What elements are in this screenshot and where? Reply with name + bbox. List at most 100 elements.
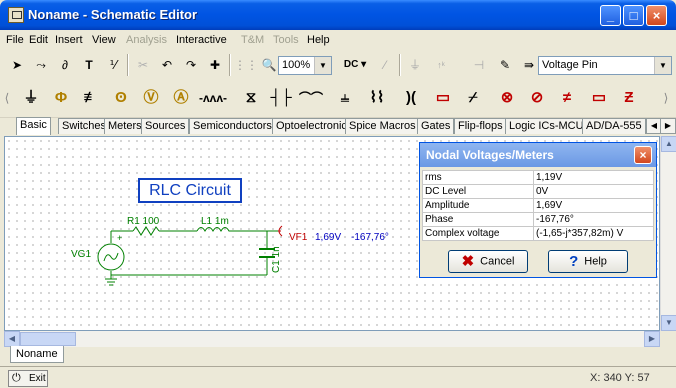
capacitor-icon[interactable]: ┤├ (266, 83, 296, 113)
inductor-symbol (196, 227, 231, 233)
menu-insert[interactable]: Insert (55, 34, 83, 46)
tab-scroll-right-icon[interactable]: ▶ (660, 118, 676, 134)
tab-sources[interactable]: Sources (141, 118, 190, 134)
help-label: Help (584, 255, 607, 268)
switch-icon[interactable]: ⌿ (458, 83, 488, 113)
electrolytic-capacitor-icon[interactable]: ⫨ (330, 83, 360, 113)
scroll-right-icon[interactable]: ▶ (644, 331, 660, 347)
pin-icon[interactable]: ⊣ (468, 54, 490, 76)
row-value: 1,19V (533, 170, 654, 185)
maximize-button[interactable]: □ (623, 5, 644, 26)
inductor-icon[interactable]: ⌒⌒ (296, 83, 326, 113)
motor-icon[interactable]: ≠ (552, 83, 582, 113)
tab-spice-macros[interactable]: Spice Macros (345, 118, 420, 134)
close-window-button[interactable]: × (646, 5, 667, 26)
wire-tool-icon[interactable]: ⤳ (30, 54, 52, 76)
l1-label: L1 1m (201, 216, 229, 227)
table-row: rms 1,19V (422, 170, 654, 185)
tab-logic-ics-mcus[interactable]: Logic ICs-MCUs (505, 118, 594, 134)
table-row: Amplitude 1,69V (422, 198, 654, 213)
grid-icon[interactable]: ⋮⋮ (234, 54, 258, 76)
scroll-thumb[interactable] (20, 332, 76, 346)
row-key: rms (422, 170, 534, 185)
select-arrow-icon[interactable]: ➤ (6, 54, 28, 76)
voltage-pin-icon[interactable]: ⇛ (518, 54, 540, 76)
lamp-icon[interactable]: ⊗ (492, 83, 522, 113)
menu-edit[interactable]: Edit (29, 34, 48, 46)
zoom-icon[interactable]: 🔍 (258, 54, 280, 76)
potentiometer-icon[interactable]: ⧖ (236, 83, 266, 113)
menu-help[interactable]: Help (307, 34, 330, 46)
toolbar-separator (127, 54, 129, 76)
exit-label: Exit (29, 373, 46, 384)
document-tab[interactable]: Noname (10, 346, 64, 363)
voltmeter-icon[interactable]: Ⓥ (136, 83, 166, 113)
scroll-left-icon[interactable]: ⟨ (2, 87, 12, 109)
tab-meters[interactable]: Meters (104, 118, 146, 134)
zoom-select[interactable]: 100% ▼ (278, 56, 332, 75)
chevron-down-icon[interactable]: ▼ (314, 57, 331, 74)
menu-tm[interactable]: T&M (241, 34, 264, 46)
zoom-value: 100% (282, 59, 311, 71)
row-value: -167,76° (533, 212, 654, 227)
coupled-inductor-icon[interactable]: )( (396, 83, 426, 113)
undo-icon[interactable]: ↶ (156, 54, 178, 76)
junction-icon[interactable]: ✚ (204, 54, 226, 76)
fuse-icon[interactable]: ▭ (584, 83, 614, 113)
ground-icon[interactable]: ⏚ (16, 83, 46, 113)
battery-icon[interactable]: Φ (46, 83, 76, 113)
tab-basic[interactable]: Basic (16, 117, 51, 135)
tab-optoelectronic[interactable]: Optoelectronic (272, 118, 351, 134)
component-select[interactable]: Voltage Pin ▼ (538, 56, 672, 75)
scroll-left-icon[interactable]: ◀ (4, 331, 20, 347)
resistor-icon[interactable]: -ʌʌʌ- (198, 83, 228, 113)
label-tool-icon[interactable]: ⅟ (102, 54, 124, 76)
scroll-right-icon[interactable]: ⟩ (660, 87, 672, 109)
multi-battery-icon[interactable]: ≢ (76, 83, 106, 113)
menu-bar: File Edit Insert View Analysis Interacti… (0, 30, 676, 50)
wire-jumper-icon[interactable]: ▭ (428, 83, 458, 113)
menu-interactive[interactable]: Interactive (176, 34, 227, 46)
ammeter-icon[interactable]: Ⓐ (166, 83, 196, 113)
tab-gates[interactable]: Gates (417, 118, 455, 134)
analysis-mode-button[interactable]: DC ▾ (339, 54, 371, 76)
cursor-coordinates: X: 340 Y: 57 (590, 372, 650, 384)
menu-tools[interactable]: Tools (273, 34, 299, 46)
tab-ad-da-555[interactable]: AD/DA-555 (582, 118, 646, 134)
tab-semiconductors[interactable]: Semiconductors (189, 118, 276, 134)
step-icon[interactable]: ↑ᵏ (430, 54, 452, 76)
edit-component-icon[interactable]: ✎ (494, 54, 516, 76)
pen-tool-icon[interactable]: ∂ (54, 54, 76, 76)
component-tabs: Basic Switches Meters Sources Semiconduc… (0, 117, 676, 135)
tab-switches[interactable]: Switches (58, 118, 111, 134)
meter-table: rms 1,19V DC Level 0V Amplitude 1,69V Phase… (422, 170, 654, 241)
ground-probe-icon[interactable]: ⏚ (404, 54, 426, 76)
text-tool-icon[interactable]: T (78, 54, 100, 76)
probe-icon[interactable]: ⁄ (374, 54, 396, 76)
menu-analysis[interactable]: Analysis (126, 34, 167, 46)
c1-label: C1 1n (271, 246, 282, 273)
component-toolbar: ⟨ ⏚ Φ ≢ ʘ Ⓥ Ⓐ -ʌʌʌ- ⧖ ┤├ ⌒⌒ ⫨ ⌇⌇ )( ▭ ⌿ … (0, 80, 676, 118)
horizontal-scrollbar[interactable]: ◀ ▶ (4, 331, 660, 347)
app-icon[interactable] (8, 7, 24, 23)
help-button[interactable]: ? Help (548, 250, 628, 273)
dialog-close-icon[interactable]: × (634, 146, 652, 164)
impedance-icon[interactable]: Ƶ (614, 83, 644, 113)
transformer-icon[interactable]: ⌇⌇ (362, 83, 392, 113)
scroll-up-icon[interactable]: ▲ (661, 136, 676, 152)
menu-view[interactable]: View (92, 34, 116, 46)
cut-icon[interactable]: ✂ (132, 54, 154, 76)
exit-button[interactable]: ⏻ Exit (8, 370, 48, 387)
vertical-scrollbar[interactable]: ▲ ▼ (660, 136, 676, 331)
chevron-down-icon[interactable]: ▼ (654, 57, 671, 74)
cancel-button[interactable]: ✖ Cancel (448, 250, 528, 273)
voltage-source-icon[interactable]: ʘ (106, 83, 136, 113)
r1-label: R1 100 (127, 216, 160, 227)
scroll-down-icon[interactable]: ▼ (661, 315, 676, 331)
tab-flip-flops[interactable]: Flip-flops (454, 118, 507, 134)
minimize-button[interactable]: _ (600, 5, 621, 26)
redo-icon[interactable]: ↷ (180, 54, 202, 76)
menu-file[interactable]: File (6, 34, 24, 46)
led-icon[interactable]: ⊘ (522, 83, 552, 113)
table-row: Complex voltage (-1,65-j*357,82m) V (422, 226, 654, 241)
